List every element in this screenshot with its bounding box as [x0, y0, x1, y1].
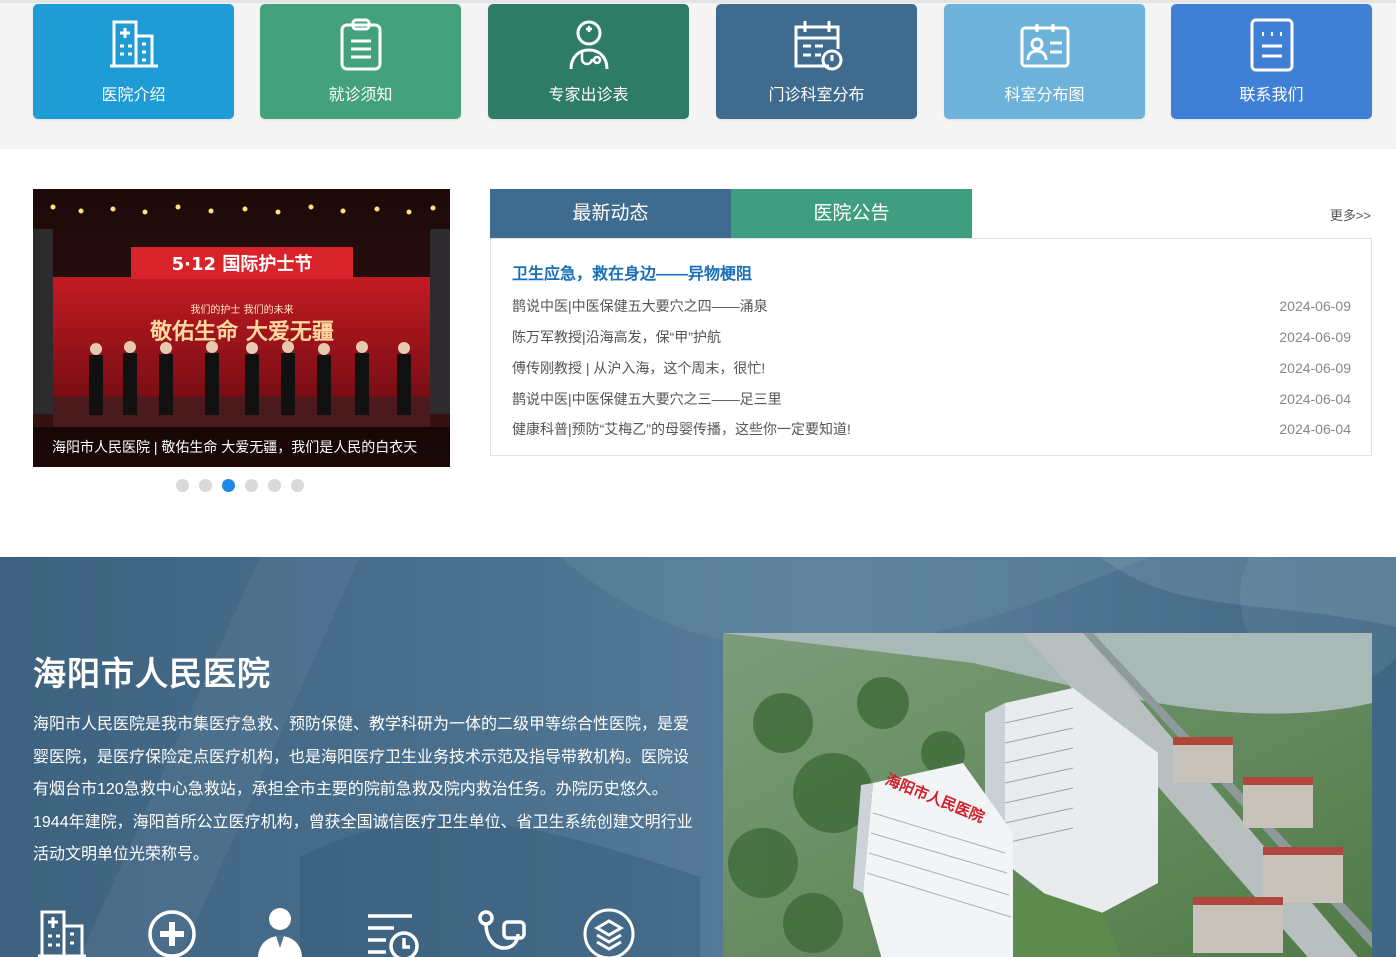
- slider-dot[interactable]: [268, 479, 281, 492]
- hospital-description: 海阳市人民医院是我市集医疗急救、预防保健、教学科研为一体的二级甲等综合性医院，是…: [33, 716, 693, 863]
- quick-link-expert-schedule[interactable]: 专家出诊表: [488, 4, 689, 119]
- hospital-icon[interactable]: [36, 904, 90, 957]
- news-item[interactable]: 鹊说中医|中医保健五大要穴之三——足三里 2024-06-04: [512, 388, 1351, 410]
- quick-link-label: 就诊须知: [328, 87, 393, 104]
- doctor-icon[interactable]: [254, 904, 308, 957]
- news-date: 2024-06-04: [1279, 391, 1351, 407]
- news-item[interactable]: 傅传刚教授 | 从沪入海，这个周末，很忙! 2024-06-09: [512, 357, 1351, 379]
- id-card-icon: [1020, 24, 1069, 68]
- calendar-clock-icon: [794, 21, 842, 71]
- news-title: 陈万军教授|沿海高发，保“甲”护航: [512, 329, 721, 345]
- schedule-icon[interactable]: [366, 904, 420, 957]
- news-date: 2024-06-09: [1279, 360, 1351, 376]
- news-title: 鹊说中医|中医保健五大要穴之三——足三里: [512, 391, 782, 407]
- contact-card-icon: [1250, 18, 1293, 72]
- hospital-name-heading: 海阳市人民医院: [33, 655, 271, 692]
- medical-cross-icon[interactable]: [146, 904, 200, 957]
- news-tabs: 最新动态 医院公告 更多>>: [490, 189, 1372, 239]
- news-title: 傅传刚教授 | 从沪入海，这个周末，很忙!: [512, 360, 766, 376]
- news-date: 2024-06-09: [1279, 298, 1351, 314]
- news-headline[interactable]: 卫生应急，救在身边——异物梗阻: [512, 260, 752, 284]
- news-title: 鹊说中医|中医保健五大要穴之四——涌泉: [512, 298, 768, 314]
- hospital-building-photo: 海阳市人民医院: [723, 633, 1372, 957]
- slider-dot[interactable]: [176, 479, 189, 492]
- clipboard-icon: [340, 18, 381, 71]
- divider: [0, 0, 1396, 3]
- quick-link-label: 科室分布图: [1004, 87, 1085, 104]
- news-list: 卫生应急，救在身边——异物梗阻 鹊说中医|中医保健五大要穴之四——涌泉 2024…: [490, 238, 1372, 456]
- slider-dot-active[interactable]: [222, 479, 235, 492]
- banner-subtitle: 我们的护士 我们的未来: [190, 303, 293, 316]
- quick-link-outpatient-departments[interactable]: 门诊科室分布: [716, 4, 917, 119]
- quick-link-label: 联系我们: [1239, 87, 1304, 104]
- slider-dot[interactable]: [199, 479, 212, 492]
- layers-icon[interactable]: [582, 904, 636, 957]
- doctor-icon: [569, 20, 608, 70]
- slider-dot[interactable]: [291, 479, 304, 492]
- banner-slogan: 敬佑生命 大爱无疆: [149, 319, 334, 345]
- hospital-intro-section: 海阳市人民医院 海阳市人民医院是我市集医疗急救、预防保健、教学科研为一体的二级甲…: [0, 557, 1396, 957]
- news-title: 健康科普|预防“艾梅乙”的母婴传播，这些你一定要知道!: [512, 421, 851, 437]
- news-date: 2024-06-04: [1279, 421, 1351, 437]
- news-item[interactable]: 陈万军教授|沿海高发，保“甲”护航 2024-06-09: [512, 326, 1351, 348]
- slide-caption[interactable]: 海阳市人民医院 | 敬佑生命 大爱无疆，我们是人民的白衣天: [33, 427, 450, 467]
- slide-image: 5·12 国际护士节 我们的护士 我们的未来 敬佑生命 大爱无疆: [33, 189, 450, 467]
- quick-link-visit-notice[interactable]: 就诊须知: [260, 4, 461, 119]
- quick-links-band: 医院介绍 就诊须知 专家出诊表 门诊科室分布 科室分布图 联系我们: [0, 0, 1396, 149]
- tab-latest-news[interactable]: 最新动态: [490, 189, 731, 239]
- quick-link-hospital-intro[interactable]: 医院介绍: [33, 4, 234, 119]
- quick-link-label: 医院介绍: [101, 87, 166, 104]
- hospital-building-icon: [109, 20, 158, 68]
- banner-title: 5·12 国际护士节: [172, 253, 313, 275]
- quick-link-label: 专家出诊表: [548, 87, 629, 104]
- more-link[interactable]: 更多>>: [1330, 205, 1371, 224]
- news-slider[interactable]: 5·12 国际护士节 我们的护士 我们的未来 敬佑生命 大爱无疆 海阳市人民医院…: [33, 189, 450, 467]
- news-item[interactable]: 健康科普|预防“艾梅乙”的母婴传播，这些你一定要知道! 2024-06-04: [512, 418, 1351, 440]
- slider-dot[interactable]: [245, 479, 258, 492]
- quick-link-department-map[interactable]: 科室分布图: [944, 4, 1145, 119]
- quick-link-label: 门诊科室分布: [768, 87, 865, 104]
- tab-hospital-notices[interactable]: 医院公告: [731, 189, 972, 239]
- quick-link-contact-us[interactable]: 联系我们: [1171, 4, 1372, 119]
- news-item[interactable]: 鹊说中医|中医保健五大要穴之四——涌泉 2024-06-09: [512, 295, 1351, 317]
- stethoscope-icon[interactable]: [474, 904, 528, 957]
- news-date: 2024-06-09: [1279, 329, 1351, 345]
